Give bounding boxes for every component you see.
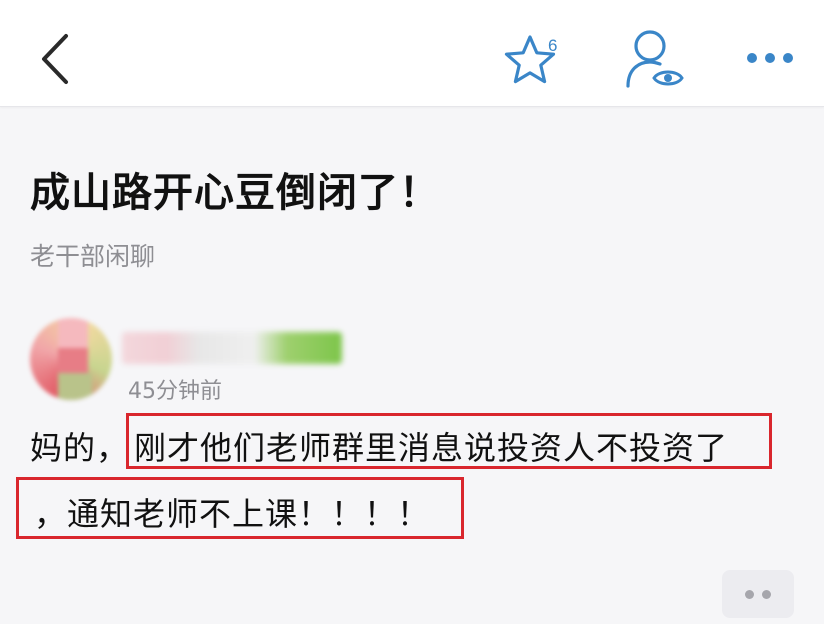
user-eye-icon [626,30,684,88]
favorite-count: 6 [548,36,558,55]
post-body-highlight-2: ，通知老师不上课！！！！ [34,495,431,533]
more-button[interactable] [740,40,800,76]
favorite-button[interactable] [490,30,570,90]
post-title: 成山路开心豆倒闭了！ [30,170,440,216]
more-dots-icon [762,589,771,599]
post-body-prefix: 妈的， [30,429,130,467]
profile-button[interactable] [620,25,690,93]
more-horizontal-icon [747,53,793,63]
post-category[interactable]: 老干部闲聊 [30,237,155,273]
post-body-highlight-1: 刚才他们老师群里消息说投资人不投资了 [134,429,729,467]
author-avatar[interactable] [30,318,112,400]
more-dots-icon [745,589,754,599]
comment-options-button[interactable] [722,570,794,618]
back-button[interactable] [30,28,82,90]
top-navigation-bar: 6 [0,0,824,107]
author-name-blurred[interactable] [122,332,342,364]
post-timestamp: 45分钟前 [128,379,222,404]
chevron-left-icon [42,34,68,84]
